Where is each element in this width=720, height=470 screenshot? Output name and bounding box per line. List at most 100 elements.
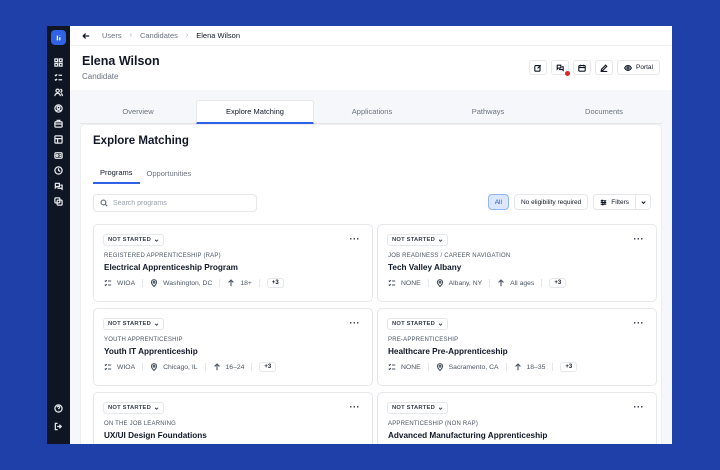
edit-button[interactable] bbox=[595, 60, 614, 75]
location-pin-icon bbox=[151, 363, 158, 371]
program-card[interactable]: NOT STARTED ··· APPRENTICESHIP (NON RAP)… bbox=[377, 392, 657, 444]
user-circle-icon[interactable] bbox=[53, 103, 64, 114]
program-category: ON THE JOB LEARNING bbox=[104, 421, 177, 427]
tab-bar: Overview Explore Matching Applications P… bbox=[80, 100, 662, 124]
program-name: Electrical Apprenticeship Program bbox=[104, 263, 238, 272]
more-options-icon[interactable]: ··· bbox=[350, 235, 361, 244]
logout-icon[interactable] bbox=[53, 421, 64, 432]
tab-applications[interactable]: Applications bbox=[314, 100, 430, 124]
status-badge[interactable]: NOT STARTED bbox=[387, 402, 448, 414]
search-box[interactable] bbox=[93, 194, 257, 212]
edit-note-button[interactable] bbox=[529, 60, 548, 75]
program-card[interactable]: NOT STARTED ··· YOUTH APPRENTICESHIP You… bbox=[93, 308, 373, 386]
divider bbox=[251, 363, 253, 371]
calendar-button[interactable] bbox=[573, 60, 592, 75]
help-icon[interactable] bbox=[53, 403, 64, 414]
portal-button[interactable]: Portal bbox=[617, 60, 660, 75]
location-value: Sacramento, CA bbox=[448, 363, 499, 371]
subtab-opportunities[interactable]: Opportunities bbox=[140, 162, 199, 184]
divider bbox=[552, 363, 554, 371]
program-meta: NONE Sacramento, CA 18–35 +3 bbox=[388, 362, 578, 372]
program-card[interactable]: NOT STARTED ··· REGISTERED APPRENTICESHI… bbox=[93, 224, 373, 302]
tab-documents[interactable]: Documents bbox=[546, 100, 662, 124]
users-icon[interactable] bbox=[53, 87, 64, 98]
status-badge[interactable]: NOT STARTED bbox=[103, 318, 164, 330]
search-icon bbox=[100, 199, 108, 207]
divider bbox=[505, 363, 507, 371]
funding-value: WIOA bbox=[117, 279, 136, 287]
chevron-down-icon bbox=[438, 322, 443, 326]
app-logo-icon[interactable] bbox=[51, 30, 66, 45]
program-meta: WIOA Chicago, IL 16–24 +3 bbox=[104, 362, 277, 372]
more-options-icon[interactable]: ··· bbox=[350, 319, 361, 328]
program-card[interactable]: NOT STARTED ··· PRE-APPRENTICESHIP Healt… bbox=[377, 308, 657, 386]
filter-all-chip[interactable]: All bbox=[487, 194, 509, 210]
filter-eligibility-chip[interactable]: No eligibility required bbox=[513, 194, 589, 210]
divider bbox=[219, 279, 221, 287]
messages-button[interactable] bbox=[551, 60, 571, 76]
sidebar bbox=[47, 26, 70, 444]
tab-explore-matching[interactable]: Explore Matching bbox=[196, 100, 314, 124]
location-pin-icon bbox=[436, 279, 443, 287]
divider bbox=[142, 363, 144, 371]
main-area: Users › Candidates › Elena Wilson Elena … bbox=[70, 26, 672, 444]
filters-label: Filters bbox=[611, 198, 629, 206]
calendar-icon bbox=[578, 64, 586, 72]
breadcrumb-current: Elena Wilson bbox=[196, 31, 241, 40]
more-tags-badge[interactable]: +3 bbox=[259, 362, 277, 372]
checklist-icon[interactable] bbox=[53, 72, 64, 83]
program-name: Healthcare Pre-Apprenticeship bbox=[388, 347, 508, 356]
briefcase-icon[interactable] bbox=[53, 118, 64, 129]
program-card[interactable]: NOT STARTED ··· ON THE JOB LEARNING UX/U… bbox=[93, 392, 373, 444]
more-tags-badge[interactable]: +3 bbox=[549, 278, 567, 288]
clock-icon[interactable] bbox=[53, 165, 64, 176]
funding-list-icon bbox=[388, 279, 396, 287]
copy-icon[interactable] bbox=[53, 196, 64, 207]
location-pin-icon bbox=[151, 279, 158, 287]
table-icon[interactable] bbox=[53, 134, 64, 145]
divider bbox=[427, 363, 429, 371]
more-tags-badge[interactable]: +3 bbox=[560, 362, 578, 372]
filters-button[interactable]: Filters bbox=[594, 195, 636, 209]
subtab-programs[interactable]: Programs bbox=[93, 162, 140, 184]
program-category: REGISTERED APPRENTICESHIP (RAP) bbox=[104, 253, 221, 259]
age-arrow-icon bbox=[514, 363, 521, 371]
program-card[interactable]: NOT STARTED ··· JOB READINESS / CAREER N… bbox=[377, 224, 657, 302]
tab-overview[interactable]: Overview bbox=[80, 100, 196, 124]
status-badge[interactable]: NOT STARTED bbox=[103, 402, 164, 414]
chevron-right-icon: › bbox=[129, 32, 132, 39]
status-badge[interactable]: NOT STARTED bbox=[103, 234, 164, 246]
breadcrumb-users[interactable]: Users bbox=[102, 31, 122, 40]
page-subtitle: Candidate bbox=[82, 72, 119, 81]
explore-matching-panel: Explore Matching Programs Opportunities … bbox=[80, 124, 662, 444]
age-arrow-icon bbox=[498, 279, 504, 287]
age-value: All ages bbox=[510, 279, 535, 287]
age-arrow-icon bbox=[213, 363, 220, 371]
status-badge[interactable]: NOT STARTED bbox=[387, 318, 448, 330]
tab-pathways[interactable]: Pathways bbox=[430, 100, 546, 124]
more-options-icon[interactable]: ··· bbox=[634, 319, 645, 328]
pencil-icon bbox=[600, 63, 608, 72]
status-badge[interactable]: NOT STARTED bbox=[387, 234, 448, 246]
more-options-icon[interactable]: ··· bbox=[634, 403, 645, 412]
back-arrow-icon[interactable] bbox=[80, 30, 92, 42]
chat-icon[interactable] bbox=[53, 181, 64, 192]
breadcrumb-candidates[interactable]: Candidates bbox=[140, 31, 178, 40]
funding-value: NONE bbox=[401, 279, 421, 287]
more-options-icon[interactable]: ··· bbox=[350, 403, 361, 412]
more-options-icon[interactable]: ··· bbox=[634, 235, 645, 244]
sliders-icon bbox=[600, 199, 607, 205]
divider bbox=[258, 279, 260, 287]
chevron-down-icon bbox=[438, 238, 443, 242]
search-input[interactable] bbox=[113, 199, 253, 207]
age-value: 16–24 bbox=[225, 363, 245, 371]
page-title: Elena Wilson bbox=[82, 54, 160, 68]
id-card-icon[interactable] bbox=[53, 150, 64, 161]
eye-icon bbox=[624, 64, 633, 71]
funding-list-icon bbox=[388, 363, 396, 371]
location-value: Chicago, IL bbox=[163, 363, 198, 371]
chevron-down-icon[interactable] bbox=[636, 195, 650, 209]
more-tags-badge[interactable]: +3 bbox=[266, 278, 284, 288]
grid-icon[interactable] bbox=[53, 57, 64, 68]
edit-note-icon bbox=[534, 64, 542, 72]
